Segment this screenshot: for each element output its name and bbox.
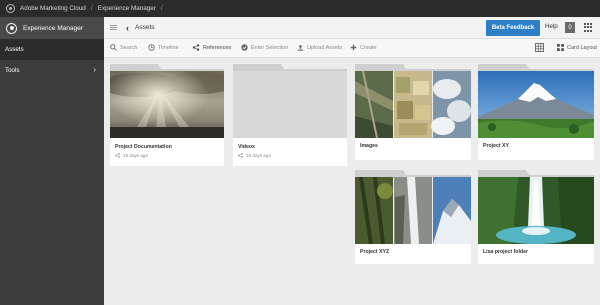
references-button[interactable]: References — [192, 44, 231, 51]
sidebar-item-tools[interactable]: Tools › — [0, 60, 104, 81]
page-title: Assets — [135, 24, 155, 31]
help-link[interactable]: Help — [545, 23, 558, 30]
sidebar-item-label: Assets — [5, 46, 24, 53]
action-toolbar: Search Timeline References Enter Selecti… — [104, 39, 600, 58]
upload-assets-label: Upload Assets — [307, 44, 343, 51]
beta-feedback-button[interactable]: Beta Feedback — [486, 20, 540, 36]
upload-icon — [297, 44, 304, 51]
mountain-icon — [478, 71, 594, 138]
breadcrumb-separator: / — [90, 5, 93, 12]
clock-icon — [148, 44, 155, 51]
sidebar-item-label: Tools — [5, 67, 20, 74]
asset-card[interactable]: Videos 16 days ago — [233, 64, 347, 168]
asset-card[interactable]: Project XYZ — [355, 170, 471, 266]
breadcrumb-app[interactable]: Adobe Marketing Cloud — [20, 5, 86, 12]
experience-manager-icon — [6, 22, 17, 34]
page-header: ‹ Assets Beta Feedback Help 0 — [104, 17, 600, 39]
enter-selection-label: Enter Selection — [251, 44, 289, 51]
upload-assets-button[interactable]: Upload Assets — [297, 44, 342, 51]
card-title: Images — [360, 143, 378, 149]
view-toggle-button[interactable] — [535, 43, 544, 54]
card-meta: Images — [355, 138, 471, 160]
collage-icon — [355, 71, 471, 138]
card-layout-icon — [557, 44, 564, 51]
global-topbar: Adobe Marketing Cloud / Experience Manag… — [0, 0, 600, 17]
card-layout-label: Card Layout — [567, 44, 597, 51]
share-icon — [192, 44, 200, 51]
notification-badge[interactable]: 0 — [565, 22, 575, 33]
asset-card[interactable]: Lisa project folder — [478, 170, 594, 266]
sidebar-title: Experience Manager — [23, 24, 83, 32]
card-meta: Videos 16 days ago — [233, 138, 347, 166]
sidebar-header[interactable]: Experience Manager — [0, 17, 104, 39]
plus-icon — [350, 44, 357, 51]
card-meta: Lisa project folder — [478, 244, 594, 264]
adobe-logo-icon[interactable] — [6, 4, 15, 13]
card-timestamp: 19 days ago — [123, 153, 149, 158]
share-icon — [238, 153, 243, 158]
asset-card[interactable]: Project Documentation 19 days ago — [110, 64, 224, 168]
search-button[interactable]: Search — [110, 44, 137, 51]
card-title: Lisa project folder — [483, 249, 528, 255]
empty-folder-thumbnail — [233, 71, 347, 138]
timeline-button[interactable]: Timeline — [148, 44, 179, 51]
card-layout-button[interactable]: Card Layout — [557, 44, 597, 51]
timeline-label: Timeline — [158, 44, 179, 51]
search-icon — [110, 44, 117, 51]
sidebar: Experience Manager Assets Tools › — [0, 17, 104, 305]
grid-view-icon — [535, 43, 544, 52]
card-title: Videos — [238, 144, 255, 150]
card-title: Project XY — [483, 143, 509, 149]
back-arrow-icon[interactable]: ‹ — [126, 23, 129, 33]
card-meta: Project Documentation 19 days ago — [110, 138, 224, 166]
breadcrumb-section[interactable]: Experience Manager — [98, 5, 156, 12]
rail-toggle-icon[interactable] — [110, 23, 117, 31]
card-meta: Project XYZ — [355, 244, 471, 264]
asset-card[interactable]: Images — [355, 64, 471, 162]
enter-selection-button[interactable]: Enter Selection — [241, 44, 288, 51]
share-icon — [115, 153, 120, 158]
card-title: Project Documentation — [115, 144, 172, 150]
create-button[interactable]: Create — [350, 44, 377, 51]
apps-grid-icon[interactable] — [584, 23, 593, 32]
sidebar-item-assets[interactable]: Assets — [0, 39, 104, 60]
chevron-right-icon: › — [93, 65, 96, 74]
references-label: References — [203, 44, 232, 51]
breadcrumb-separator: / — [160, 5, 163, 12]
asset-card[interactable]: Project XY — [478, 64, 594, 162]
create-label: Create — [360, 44, 377, 51]
card-title: Project XYZ — [360, 249, 390, 255]
waterfall-icon — [478, 177, 594, 244]
search-label: Search — [120, 44, 138, 51]
card-timestamp: 16 days ago — [246, 153, 272, 158]
collage2-icon — [355, 177, 471, 244]
card-meta: Project XY — [478, 138, 594, 160]
sky-icon — [110, 71, 224, 138]
check-circle-icon — [241, 44, 248, 51]
